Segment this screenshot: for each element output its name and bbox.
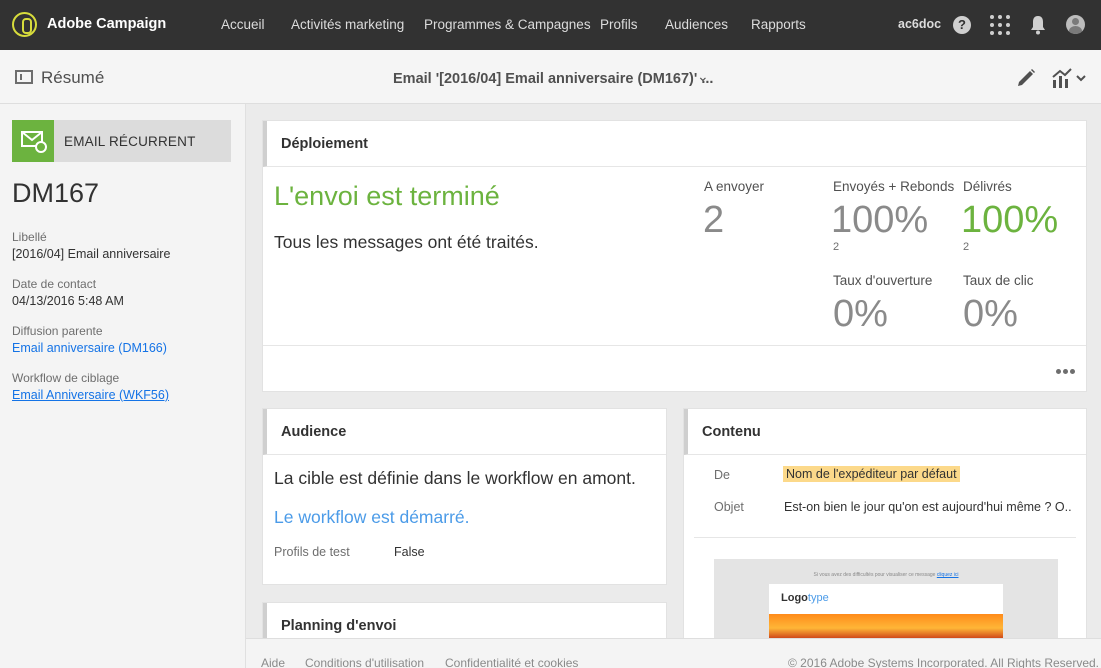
kpi-click-rate-label: Taux de clic: [963, 273, 1034, 288]
audience-target-text: La cible est définie dans le workflow en…: [274, 468, 636, 488]
summary-panel: EMAIL RÉCURRENT DM167 Libellé [2016/04] …: [0, 104, 246, 668]
kpi-delivered-value: 100%: [961, 199, 1059, 241]
preview-sunset-image: [769, 614, 1003, 639]
page-header: Résumé Email '[2016/04] Email anniversai…: [0, 50, 1101, 104]
chevron-down-icon[interactable]: ⌄: [697, 68, 709, 85]
subject-label: Objet: [714, 500, 744, 514]
footer-link-help[interactable]: Aide: [261, 656, 285, 668]
kpi-delivered-label: Délivrés: [963, 179, 1012, 194]
top-navigation-bar: Adobe Campaign Accueil Activités marketi…: [0, 0, 1101, 50]
delivery-code: DM167: [12, 178, 100, 208]
audience-card-header: Audience: [263, 409, 666, 455]
delivery-message: Tous les messages ont été traités.: [274, 232, 539, 252]
preview-body: Logotype: [769, 584, 1003, 639]
divider: [263, 345, 1086, 346]
nav-item-activites-marketing[interactable]: Activités marketing: [291, 17, 404, 32]
kpi-to-send-label: A envoyer: [704, 179, 765, 194]
summary-panel-icon[interactable]: [15, 70, 33, 84]
nav-item-audiences[interactable]: Audiences: [665, 17, 728, 32]
nav-item-accueil[interactable]: Accueil: [221, 17, 265, 32]
more-options-icon[interactable]: [1056, 369, 1076, 375]
workflow-status-link[interactable]: Le workflow est démarré.: [274, 507, 470, 528]
value-libelle: [2016/04] Email anniversaire: [12, 247, 171, 261]
nav-item-programmes-campagnes[interactable]: Programmes & Campagnes: [424, 17, 591, 32]
help-icon[interactable]: ?: [953, 16, 971, 34]
content-card: Contenu De Nom de l'expéditeur par défau…: [683, 408, 1087, 648]
nav-item-rapports[interactable]: Rapports: [751, 17, 806, 32]
audience-card: Audience La cible est définie dans le wo…: [262, 408, 667, 585]
label-libelle: Libellé: [12, 230, 47, 244]
kpi-click-rate-value: 0%: [963, 293, 1018, 335]
edit-pencil-icon[interactable]: [1015, 67, 1037, 89]
user-avatar[interactable]: [1066, 15, 1085, 34]
summary-label[interactable]: Résumé: [41, 68, 104, 88]
sender-name: Nom de l'expéditeur par défaut: [783, 466, 960, 482]
kpi-open-rate-label: Taux d'ouverture: [833, 273, 933, 288]
kpi-to-send-value: 2: [703, 199, 725, 241]
footer-link-terms[interactable]: Conditions d'utilisation: [305, 656, 424, 668]
subject-value: Est-on bien le jour qu'on est aujourd'hu…: [784, 500, 1072, 514]
reports-chart-icon[interactable]: [1052, 67, 1086, 89]
preview-header-text: Si vous avez des difficultés pour visual…: [813, 572, 959, 578]
from-label: De: [714, 468, 730, 482]
label-parent-delivery: Diffusion parente: [12, 324, 103, 338]
divider: [694, 537, 1076, 538]
delivery-type-label: EMAIL RÉCURRENT: [64, 134, 196, 149]
parent-delivery-link[interactable]: Email anniversaire (DM166): [12, 341, 167, 355]
page-title[interactable]: Email '[2016/04] Email anniversaire (DM1…: [393, 71, 713, 87]
nav-item-profils[interactable]: Profils: [600, 17, 638, 32]
footer-link-privacy[interactable]: Confidentialité et cookies: [445, 656, 578, 668]
content-card-header: Contenu: [684, 409, 1086, 455]
deployment-card: Déploiement L'envoi est terminé Tous les…: [262, 120, 1087, 392]
test-profiles-label: Profils de test: [274, 545, 350, 559]
kpi-open-rate-value: 0%: [833, 293, 888, 335]
value-contact-date: 04/13/2016 5:48 AM: [12, 294, 124, 308]
targeting-workflow-link[interactable]: Email Anniversaire (WKF56): [12, 388, 169, 402]
user-id[interactable]: ac6doc: [898, 17, 941, 31]
bell-icon[interactable]: [1030, 15, 1046, 35]
delivery-type-badge: EMAIL RÉCURRENT: [12, 120, 231, 162]
apps-grid-icon[interactable]: [990, 15, 1010, 35]
kpi-sent-count: 2: [833, 241, 840, 253]
email-preview-thumbnail[interactable]: Si vous avez des difficultés pour visual…: [714, 559, 1058, 639]
label-targeting-workflow: Workflow de ciblage: [12, 371, 120, 385]
footer-copyright: © 2016 Adobe Systems Incorporated. All R…: [788, 656, 1100, 668]
planning-title: Planning d'envoi: [281, 618, 397, 634]
kpi-sent-value: 100%: [831, 199, 929, 241]
recurring-email-icon: [12, 120, 54, 162]
delivery-status: L'envoi est terminé: [274, 181, 500, 211]
adobe-campaign-logo-icon[interactable]: [12, 12, 37, 37]
deployment-title: Déploiement: [281, 136, 369, 152]
label-contact-date: Date de contact: [12, 277, 97, 291]
test-profiles-value: False: [394, 545, 425, 559]
audience-title: Audience: [281, 424, 347, 440]
page-footer: Aide Conditions d'utilisation Confidenti…: [246, 638, 1101, 668]
kpi-delivered-count: 2: [963, 241, 970, 253]
preview-logo: Logotype: [781, 592, 829, 604]
deployment-card-header: Déploiement: [263, 121, 1086, 167]
kpi-sent-label: Envoyés + Rebonds: [833, 179, 955, 194]
brand-name[interactable]: Adobe Campaign: [47, 16, 166, 32]
content-title: Contenu: [702, 424, 761, 440]
